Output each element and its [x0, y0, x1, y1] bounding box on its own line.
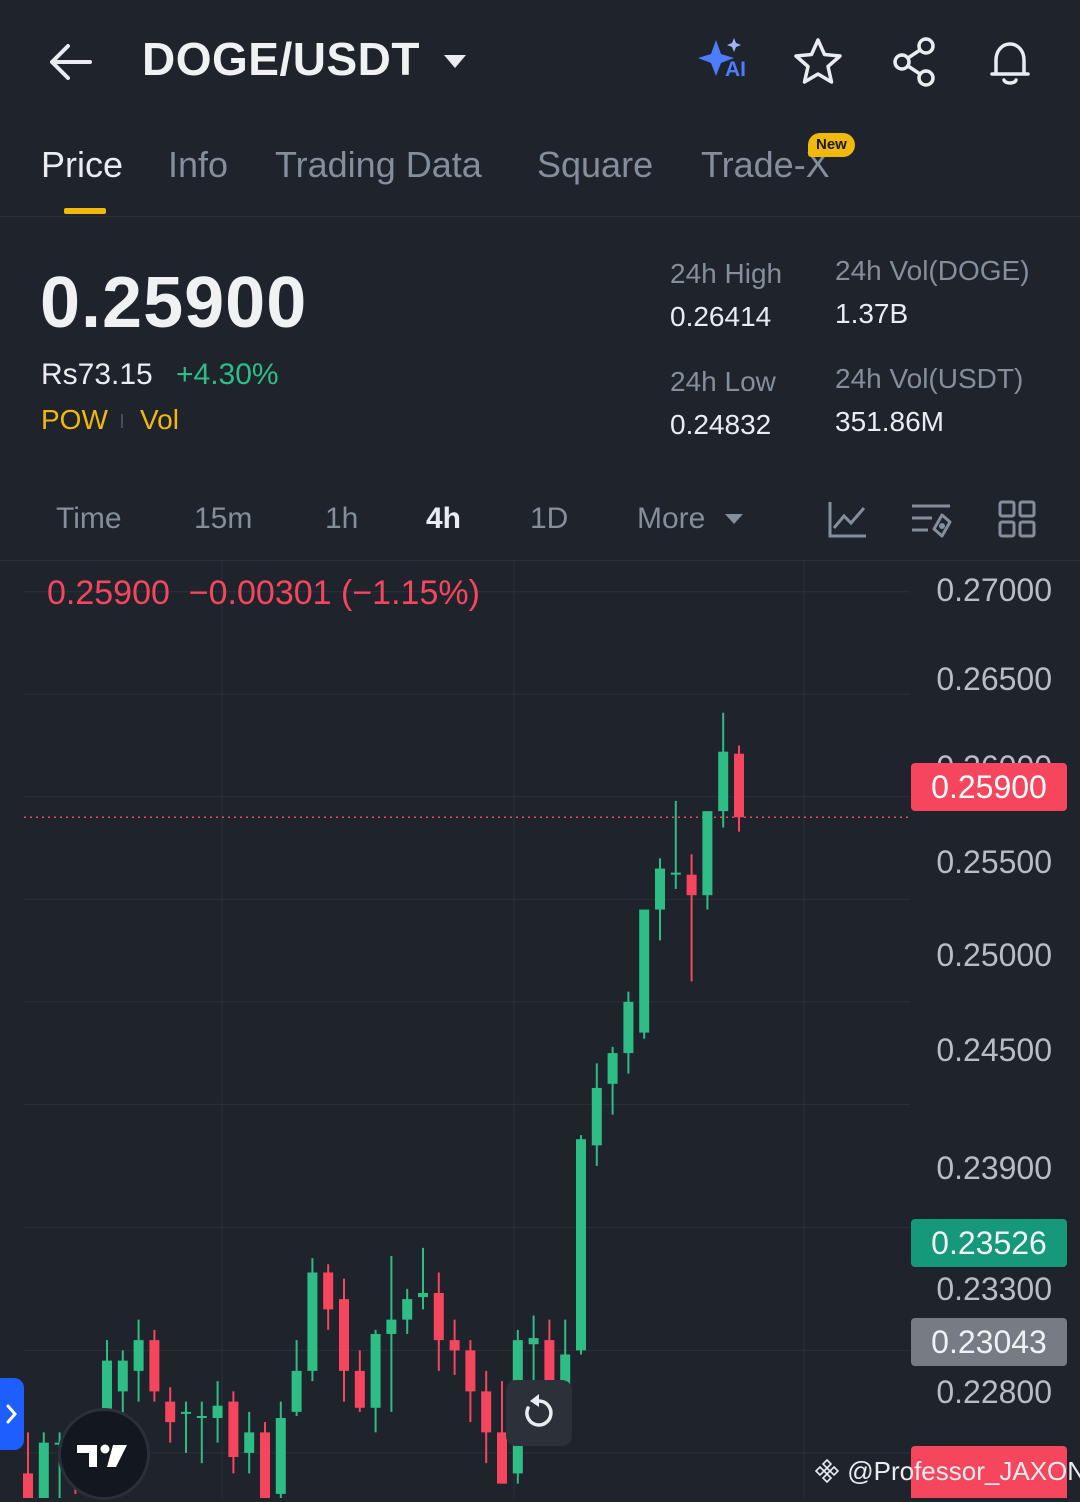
stat-value-24h-vol-doge: 1.37B [835, 298, 909, 329]
tag-vol[interactable]: Vol [140, 404, 179, 436]
candle-body [260, 1432, 270, 1498]
candle-body [481, 1391, 492, 1433]
stat-label-24h-low: 24h Low [670, 366, 776, 397]
bell-icon[interactable] [982, 34, 1038, 90]
ai-assistant-button[interactable]: AI [694, 34, 750, 90]
binance-logo-icon [814, 1458, 840, 1484]
chevron-right-icon [6, 1404, 17, 1424]
candle-body [133, 1340, 144, 1371]
candle-body [465, 1350, 476, 1392]
price-axis-label: 0.25000 [936, 937, 1052, 973]
tab-price[interactable]: Price [41, 144, 123, 186]
interval-more[interactable]: More [637, 502, 705, 536]
back-arrow-icon[interactable] [42, 38, 98, 86]
reset-icon [525, 1394, 553, 1427]
interval-4h[interactable]: 4h [426, 502, 461, 536]
candle-body [307, 1272, 318, 1371]
candle-body [639, 909, 650, 1033]
candle-body [607, 1053, 618, 1084]
candle-body [354, 1370, 365, 1408]
candle-body [623, 1001, 634, 1054]
candle-body [402, 1299, 413, 1320]
side-panel-handle[interactable] [0, 1378, 24, 1450]
tradingview-logo [58, 1408, 150, 1500]
watermark: @Professor_JAXON [814, 1456, 1080, 1487]
price-marker-grey: 0.23043 [911, 1318, 1067, 1366]
candle-body [149, 1340, 160, 1392]
watermark-text: @Professor_JAXON [847, 1456, 1080, 1486]
tab-info[interactable]: Info [168, 144, 228, 186]
candle-body [339, 1299, 349, 1371]
candle-body [686, 874, 697, 896]
caret-down-icon[interactable] [724, 512, 744, 526]
change-percent: +4.30% [176, 358, 279, 391]
interval-15m[interactable]: 15m [194, 502, 252, 536]
candle-body [718, 751, 729, 812]
stat-label-24h-vol-usdt: 24h Vol(USDT) [835, 363, 1024, 394]
last-price: 0.25900 [40, 263, 308, 343]
tag-pow[interactable]: POW [41, 404, 108, 436]
current-price-tag: 0.25900 [911, 763, 1067, 811]
price-axis-label: 0.23300 [936, 1271, 1052, 1307]
stat-label-24h-vol-doge: 24h Vol(DOGE) [835, 255, 1030, 286]
stat-value-24h-vol-usdt: 351.86M [835, 406, 944, 437]
candle-body [670, 872, 681, 875]
candle-body [433, 1292, 444, 1341]
candle-body [734, 753, 744, 818]
interval-1d[interactable]: 1D [530, 502, 568, 536]
grid-layout-icon[interactable] [996, 498, 1038, 540]
active-tab-indicator [64, 208, 106, 214]
tab-trading-data[interactable]: Trading Data [275, 144, 482, 186]
stat-value-24h-high: 0.26414 [670, 301, 772, 332]
price-axis-label: 0.26500 [936, 661, 1052, 697]
new-badge: New [808, 133, 855, 157]
price-axis-label: 0.24500 [936, 1032, 1052, 1068]
candle-body [244, 1432, 255, 1453]
share-icon[interactable] [886, 34, 942, 90]
interval-time[interactable]: Time [56, 502, 122, 536]
pair-selector[interactable]: DOGE/USDT [142, 32, 420, 86]
candle-body [576, 1139, 586, 1351]
stat-value-24h-low: 0.24832 [670, 409, 772, 440]
price-marker-green: 0.23526 [911, 1219, 1067, 1267]
candle-body [370, 1333, 381, 1408]
price-axis-label: 0.27000 [936, 572, 1052, 608]
candle-body [165, 1401, 176, 1423]
chart-settings-icon[interactable] [910, 498, 952, 540]
tag-divider [121, 414, 123, 428]
ai-label: AI [725, 58, 746, 81]
fiat-price: Rs73.15 [41, 358, 153, 391]
stat-label-24h-high: 24h High [670, 258, 783, 289]
price-axis-label: 0.23900 [936, 1150, 1052, 1186]
candle-body [323, 1272, 334, 1310]
candle-body [228, 1401, 239, 1457]
candle-body [23, 1473, 33, 1498]
candle-body [196, 1415, 207, 1419]
candle-body [275, 1418, 286, 1494]
tab-bar: Price Info Trading Data Square Trade-X [0, 140, 1080, 217]
tab-square[interactable]: Square [537, 144, 653, 186]
price-axis-label: 0.25500 [936, 844, 1052, 880]
candle-body [212, 1405, 223, 1419]
ohlc-readout: 0.25900 −0.00301 (−1.15%) [47, 574, 480, 612]
candle-body [386, 1319, 397, 1334]
candle-body [702, 811, 713, 896]
indicator-chart-icon[interactable] [826, 498, 868, 540]
candle-body [117, 1360, 128, 1392]
candle-body [591, 1087, 602, 1146]
candle-body [528, 1338, 539, 1345]
star-icon[interactable] [790, 34, 846, 90]
interval-1h[interactable]: 1h [325, 502, 358, 536]
reset-chart-button[interactable] [506, 1380, 572, 1446]
price-axis-label-partial: 0.26000 [936, 749, 1052, 763]
candle-body [655, 868, 665, 910]
candle-body [181, 1411, 191, 1414]
candle-body [418, 1292, 428, 1298]
candle-body [449, 1340, 460, 1351]
tradingview-logo-icon [77, 1444, 127, 1467]
price-axis-label: 0.22800 [936, 1374, 1052, 1410]
candle-body [291, 1370, 302, 1412]
candle-body [38, 1442, 49, 1498]
chevron-down-icon[interactable] [442, 52, 468, 70]
